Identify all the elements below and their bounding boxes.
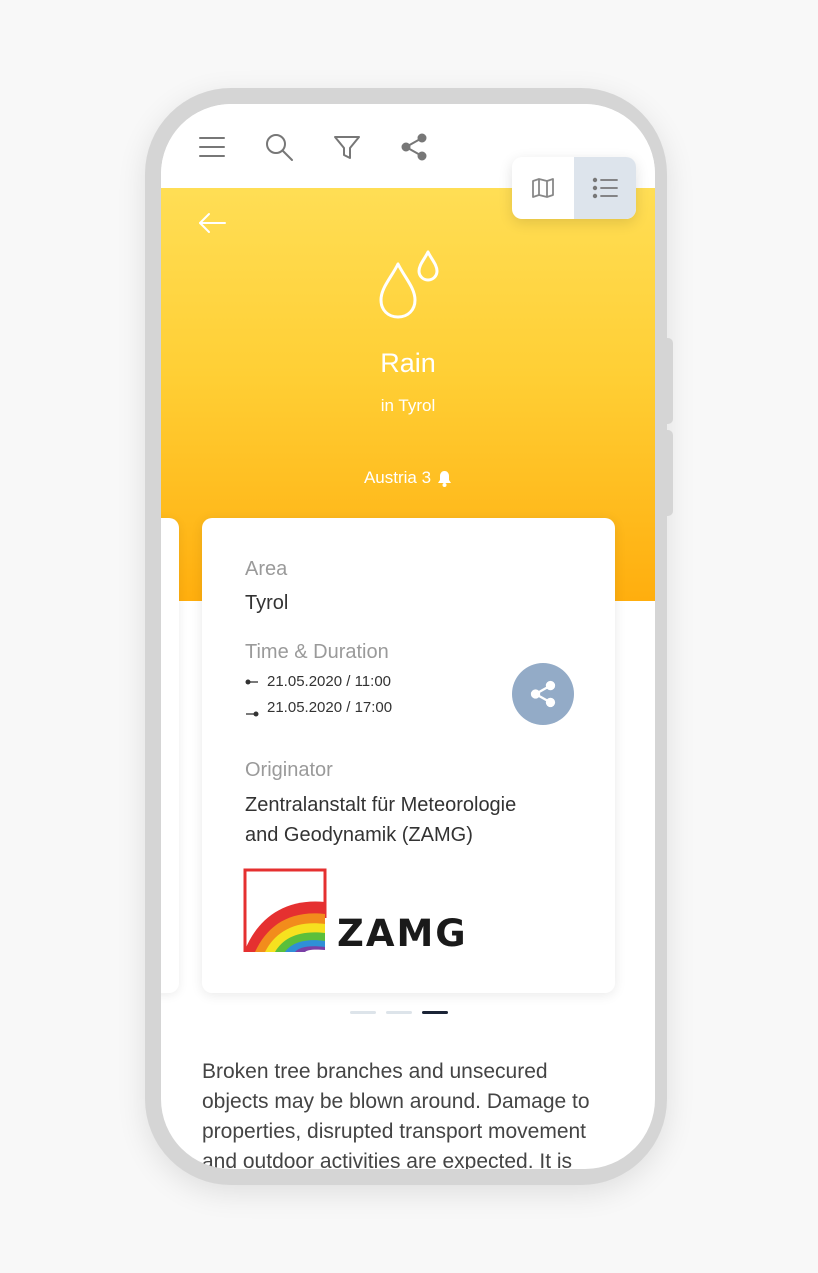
view-toggle: [512, 157, 636, 219]
filter-icon[interactable]: [332, 132, 362, 162]
pager-dot-3-active[interactable]: [422, 1011, 448, 1014]
originator-name-line1: Zentralanstalt für Meteorologie: [245, 794, 517, 816]
list-view-button[interactable]: [574, 157, 636, 219]
zamg-rainbow-icon: [243, 868, 327, 952]
hazard-region: in Tyrol: [380, 396, 436, 415]
end-time-row: 21.05.2020 / 17:00: [245, 695, 392, 719]
list-icon: [592, 177, 618, 199]
zamg-logo-text: ZAMG: [337, 912, 468, 955]
map-view-button[interactable]: [512, 157, 574, 219]
time-duration-label: Time & Duration: [245, 641, 389, 663]
phone-side-button-upper: [664, 338, 673, 424]
description-line: Broken tree branches and unsecured: [202, 1060, 548, 1083]
bell-icon: [438, 470, 452, 487]
zamg-logo: ZAMG: [243, 868, 475, 955]
location-label: Austria 3: [363, 468, 432, 487]
back-arrow-icon[interactable]: [197, 208, 227, 238]
hazard-title: Rain: [380, 348, 436, 378]
start-time-icon: [245, 679, 258, 684]
share-icon: [530, 680, 556, 708]
end-time: 21.05.2020 / 17:00: [267, 698, 393, 716]
warning-detail-card: Area Tyrol Time & Duration 21.05.2020 / …: [202, 518, 615, 993]
originator-label: Originator: [245, 759, 333, 781]
pager-dot-2[interactable]: [386, 1011, 412, 1014]
card-pager: [350, 1011, 448, 1014]
phone-side-button-lower: [664, 430, 673, 516]
start-time: 21.05.2020 / 11:00: [267, 673, 391, 690]
pager-dot-1[interactable]: [350, 1011, 376, 1014]
area-label: Area: [245, 558, 288, 580]
end-time-icon: [246, 711, 259, 717]
start-time-row: 21.05.2020 / 11:00: [245, 673, 391, 690]
rain-drops-icon: [373, 250, 443, 322]
description-line: objects may be blown around. Damage to: [202, 1090, 590, 1113]
description-line: properties, disrupted transport movement: [202, 1120, 587, 1143]
area-value: Tyrol: [245, 592, 289, 614]
subscription-location[interactable]: Austria 3: [161, 468, 655, 488]
menu-icon[interactable]: [197, 132, 227, 162]
previous-card[interactable]: [161, 518, 179, 993]
search-icon[interactable]: [264, 132, 294, 162]
share-icon[interactable]: [399, 132, 429, 162]
originator-name-line2: and Geodynamik (ZAMG): [245, 824, 473, 846]
warning-description: Broken tree branches and unsecured objec…: [202, 1057, 622, 1169]
share-warning-button[interactable]: [512, 663, 574, 725]
map-icon: [532, 178, 554, 198]
description-line: and outdoor activities are expected. It …: [202, 1150, 573, 1169]
phone-screen: Rain in Tyrol Austria 3 Area Tyrol Time …: [161, 104, 655, 1169]
